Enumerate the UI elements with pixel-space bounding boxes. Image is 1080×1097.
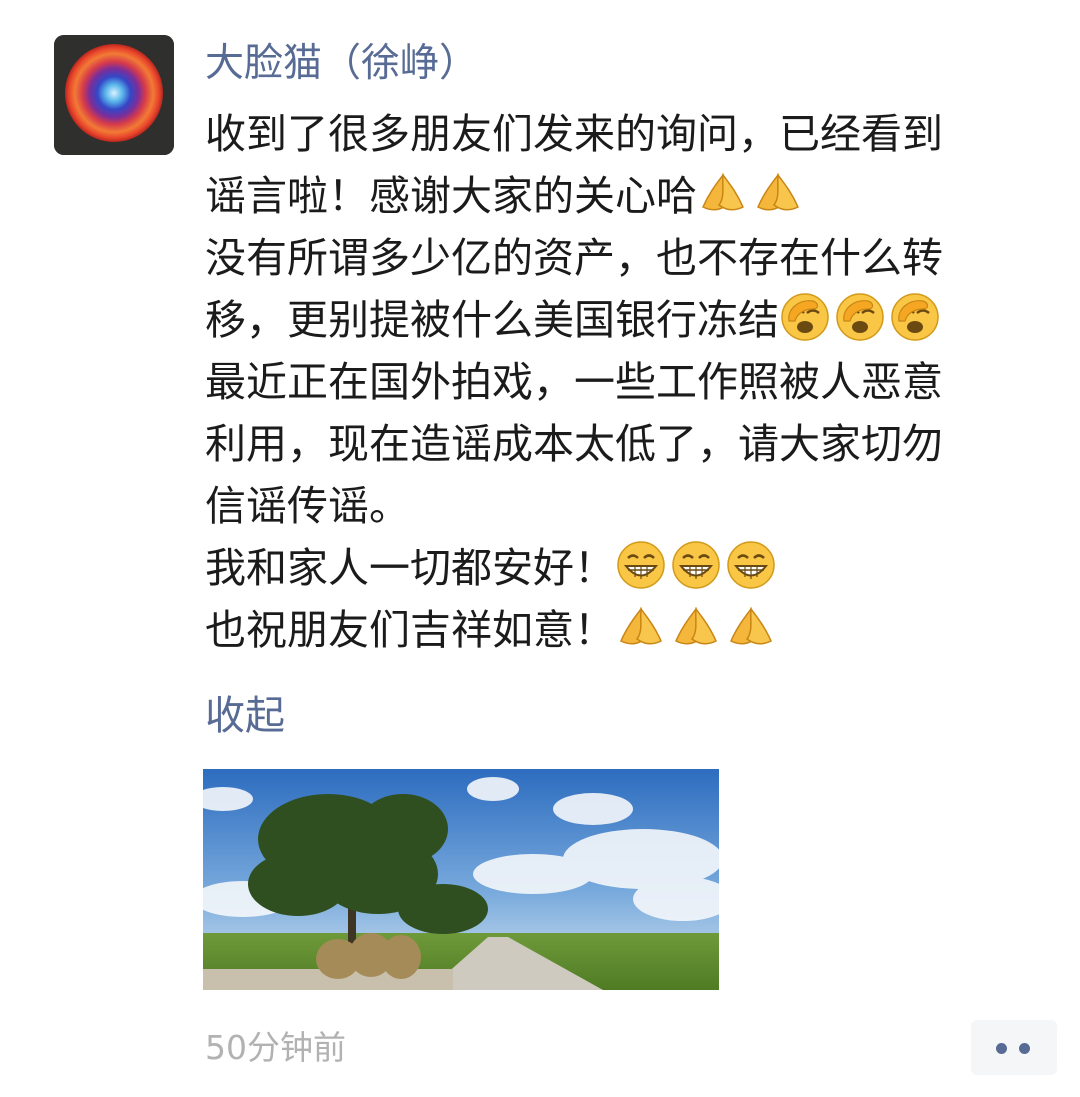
- grin-emoji: [670, 539, 722, 591]
- post-text-line-content: 也祝朋友们吉祥如意！: [205, 606, 615, 654]
- post-text-line-content: 收到了很多朋友们发来的询问，已经看到: [205, 110, 943, 158]
- post-text-line: 谣言啦！感谢大家的关心哈: [205, 165, 1065, 227]
- facepalm-emoji: [889, 291, 941, 343]
- post-text-line-content: 没有所谓多少亿的资产，也不存在什么转: [205, 234, 943, 282]
- more-dots-icon: [996, 1043, 1007, 1054]
- grin-emoji: [615, 539, 667, 591]
- facepalm-emoji: [834, 291, 886, 343]
- post-text: 收到了很多朋友们发来的询问，已经看到 谣言啦！感谢大家的关心哈没有所谓多少亿的资产…: [205, 103, 1065, 661]
- post-text-line-content: 最近正在国外拍戏，一些工作照被人恶意: [205, 358, 943, 406]
- post-text-line: 没有所谓多少亿的资产，也不存在什么转: [205, 227, 1065, 289]
- post-text-line: 信谣传谣。: [205, 475, 1065, 537]
- avatar[interactable]: [54, 35, 174, 155]
- post-text-line-content: 移，更别提被什么美国银行冻结: [205, 296, 779, 344]
- post-text-line: 收到了很多朋友们发来的询问，已经看到: [205, 103, 1065, 165]
- post-text-line-content: 信谣传谣。: [205, 482, 410, 530]
- author-name[interactable]: 大脸猫（徐峥）: [205, 36, 478, 92]
- grin-emoji: [725, 539, 777, 591]
- more-dots-icon: [1019, 1043, 1030, 1054]
- pray-emoji: [725, 601, 777, 653]
- post-text-line-content: 利用，现在造谣成本太低了，请大家切勿: [205, 420, 943, 468]
- avatar-target-icon: [54, 35, 174, 155]
- post-text-line: 也祝朋友们吉祥如意！: [205, 599, 1065, 661]
- collapse-link[interactable]: 收起: [205, 688, 285, 744]
- pray-emoji: [670, 601, 722, 653]
- post-text-line-content: 我和家人一切都安好！: [205, 544, 615, 592]
- pray-emoji: [615, 601, 667, 653]
- post-text-line: 最近正在国外拍戏，一些工作照被人恶意: [205, 351, 1065, 413]
- post-text-line-content: 谣言啦！感谢大家的关心哈: [205, 172, 697, 220]
- timestamp: 50分钟前: [205, 1028, 346, 1067]
- facepalm-emoji: [779, 291, 831, 343]
- post-text-line: 移，更别提被什么美国银行冻结: [205, 289, 1065, 351]
- post-text-line: 利用，现在造谣成本太低了，请大家切勿: [205, 413, 1065, 475]
- post-photo[interactable]: [203, 769, 719, 990]
- pray-emoji: [752, 167, 804, 219]
- pray-emoji: [697, 167, 749, 219]
- more-button[interactable]: [971, 1020, 1057, 1075]
- post-text-line: 我和家人一切都安好！: [205, 537, 1065, 599]
